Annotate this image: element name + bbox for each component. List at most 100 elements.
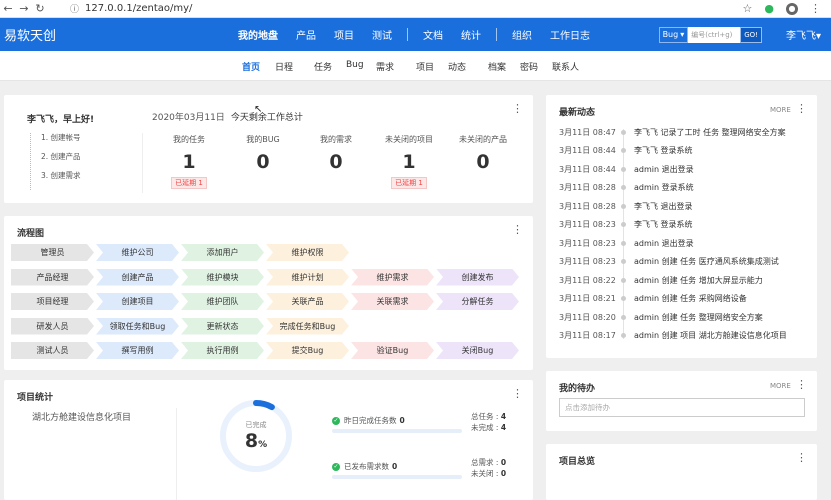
stat-label: 未完成 :: [471, 423, 499, 432]
flow-step[interactable]: 关联产品: [266, 293, 349, 310]
step-item[interactable]: 2. 创建产品: [41, 152, 81, 171]
flow-step[interactable]: 领取任务和Bug: [96, 318, 179, 335]
subnav-profile[interactable]: 档案: [488, 60, 506, 73]
subnav-calendar[interactable]: 日程: [275, 60, 293, 73]
reload-icon[interactable]: ↻: [32, 2, 48, 15]
menu-icon[interactable]: ⋮: [810, 2, 821, 15]
flow-step[interactable]: 创建发布: [436, 269, 519, 286]
subnav-dynamic[interactable]: 动态: [448, 60, 466, 73]
more-options-icon[interactable]: ⋮: [796, 452, 807, 463]
activity-text: admin 创建 任务 采购网络设备: [634, 294, 747, 303]
more-link[interactable]: MORE: [770, 106, 791, 114]
flow-step[interactable]: 添加用户: [181, 244, 264, 261]
flow-step[interactable]: 创建产品: [96, 269, 179, 286]
activity-text: 李飞飞 退出登录: [634, 201, 693, 211]
more-options-icon[interactable]: ⋮: [512, 224, 523, 235]
stat-value: 4: [500, 412, 507, 421]
flow-step[interactable]: 创建项目: [96, 293, 179, 310]
app-logo[interactable]: 易软天创: [4, 25, 229, 44]
check-icon: ✓: [332, 462, 340, 471]
stat-value: 0: [500, 458, 507, 467]
more-options-icon[interactable]: ⋮: [796, 379, 807, 390]
more-options-icon[interactable]: ⋮: [512, 103, 523, 114]
project-name[interactable]: 湖北方舱建设信息化项目: [32, 410, 131, 423]
user-menu[interactable]: 李飞飞▾: [786, 27, 821, 42]
stat-open-products[interactable]: 未关闭的产品 0: [443, 134, 523, 173]
activity-item[interactable]: 3月11日 08:23 李飞飞 登录系统: [559, 218, 693, 232]
subnav-password[interactable]: 密码: [520, 60, 538, 73]
subnav-project[interactable]: 项目: [416, 60, 434, 73]
flow-step[interactable]: 关联需求: [351, 293, 434, 310]
flow-step[interactable]: 更新状态: [181, 318, 264, 335]
flow-step[interactable]: 维护权限: [266, 244, 349, 261]
step-item[interactable]: 1. 创建帐号: [41, 133, 81, 152]
stat-open-projects[interactable]: 未关闭的项目 1 已延期 1: [369, 134, 449, 189]
flow-step[interactable]: 维护公司: [96, 244, 179, 261]
add-todo-input[interactable]: 点击添加待办: [559, 398, 805, 417]
forward-icon[interactable]: →: [16, 2, 32, 15]
more-link[interactable]: MORE: [770, 382, 791, 390]
activity-panel: 最新动态 MORE ⋮ 3月11日 08:47 李飞飞 记录了工时 任务 整理网络…: [546, 95, 817, 358]
stat-my-bugs[interactable]: 我的BUG 0: [223, 134, 303, 173]
activity-item[interactable]: 3月11日 08:17 admin 创建 项目 湖北方舱建设信息化项目: [559, 329, 787, 343]
nav-project[interactable]: 项目: [325, 27, 363, 42]
search-input[interactable]: 编号(ctrl+g): [688, 26, 741, 43]
flow-step[interactable]: 维护需求: [351, 269, 434, 286]
timeline-line: [623, 129, 624, 339]
subnav-bug[interactable]: Bug: [346, 60, 364, 70]
address-bar[interactable]: ⓘ 127.0.0.1/zentao/my/: [70, 2, 192, 15]
flow-step[interactable]: 维护团队: [181, 293, 264, 310]
activity-item[interactable]: 3月11日 08:23 admin 创建 任务 医疗通风系统集成测试: [559, 255, 779, 269]
flow-step[interactable]: 执行用例: [181, 342, 264, 359]
flow-step[interactable]: 分解任务: [436, 293, 519, 310]
stat-my-stories[interactable]: 我的需求 0: [296, 134, 376, 173]
flow-step[interactable]: 维护模块: [181, 269, 264, 286]
activity-text: 李飞飞 记录了工时 任务 整理网络安全方案: [634, 127, 786, 137]
more-options-icon[interactable]: ⋮: [796, 103, 807, 114]
flow-step[interactable]: 提交Bug: [266, 342, 349, 359]
back-icon[interactable]: ←: [0, 2, 16, 15]
flow-step[interactable]: 完成任务和Bug: [266, 318, 349, 335]
flow-step[interactable]: 验证Bug: [351, 342, 434, 359]
star-icon[interactable]: ☆: [743, 2, 753, 15]
extension-icon[interactable]: ●: [764, 2, 774, 15]
nav-product[interactable]: 产品: [287, 27, 325, 42]
activity-item[interactable]: 3月11日 08:28 李飞飞 退出登录: [559, 199, 693, 213]
more-options-icon[interactable]: ⋮: [512, 388, 523, 399]
flow-step[interactable]: 关闭Bug: [436, 342, 519, 359]
subnav-contacts[interactable]: 联系人: [552, 60, 579, 73]
subnav-task[interactable]: 任务: [314, 60, 332, 73]
activity-time: 3月11日 08:21: [559, 294, 616, 303]
progress-bar: [332, 475, 462, 479]
step-item[interactable]: 3. 创建需求: [41, 171, 81, 190]
activity-item[interactable]: 3月11日 08:44 李飞飞 登录系统: [559, 144, 693, 158]
activity-item[interactable]: 3月11日 08:21 admin 创建 任务 采购网络设备: [559, 292, 747, 306]
activity-text: admin 登录系统: [634, 183, 694, 192]
nav-stats[interactable]: 统计: [452, 27, 490, 42]
subnav-story[interactable]: 需求: [376, 60, 394, 73]
progress-unit: %: [258, 440, 268, 450]
profile-icon[interactable]: ●: [786, 2, 798, 15]
subnav-home[interactable]: 首页: [242, 60, 260, 73]
flow-step[interactable]: 撰写用例: [96, 342, 179, 359]
activity-item[interactable]: 3月11日 08:44 admin 退出登录: [559, 162, 694, 176]
activity-item[interactable]: 3月11日 08:22 admin 创建 任务 增加大屏显示能力: [559, 273, 763, 287]
nav-worklog[interactable]: 工作日志: [541, 27, 599, 42]
stat-value: 1: [402, 151, 416, 173]
nav-doc[interactable]: 文档: [414, 27, 452, 42]
stat-my-tasks[interactable]: 我的任务 1 已延期 1: [149, 134, 229, 189]
activity-item[interactable]: 3月11日 08:20 admin 创建 任务 整理网络安全方案: [559, 310, 763, 324]
stat-label: 我的任务: [173, 135, 205, 144]
nav-org[interactable]: 组织: [503, 27, 541, 42]
nav-my[interactable]: 我的地盘: [229, 27, 287, 42]
flow-step[interactable]: 维护计划: [266, 269, 349, 286]
activity-item[interactable]: 3月11日 08:23 admin 退出登录: [559, 236, 694, 250]
nav-test[interactable]: 测试: [363, 27, 401, 42]
activity-item[interactable]: 3月11日 08:47 李飞飞 记录了工时 任务 整理网络安全方案: [559, 125, 786, 139]
info-icon[interactable]: ⓘ: [70, 2, 79, 15]
activity-item[interactable]: 3月11日 08:28 admin 登录系统: [559, 181, 694, 195]
search-type-select[interactable]: Bug ▾: [658, 26, 689, 43]
browser-bar: ← → ↻ ⓘ 127.0.0.1/zentao/my/ ☆ ● ● ⋮: [0, 0, 831, 18]
activity-time: 3月11日 08:23: [559, 238, 616, 248]
go-button[interactable]: GO!: [740, 26, 762, 43]
